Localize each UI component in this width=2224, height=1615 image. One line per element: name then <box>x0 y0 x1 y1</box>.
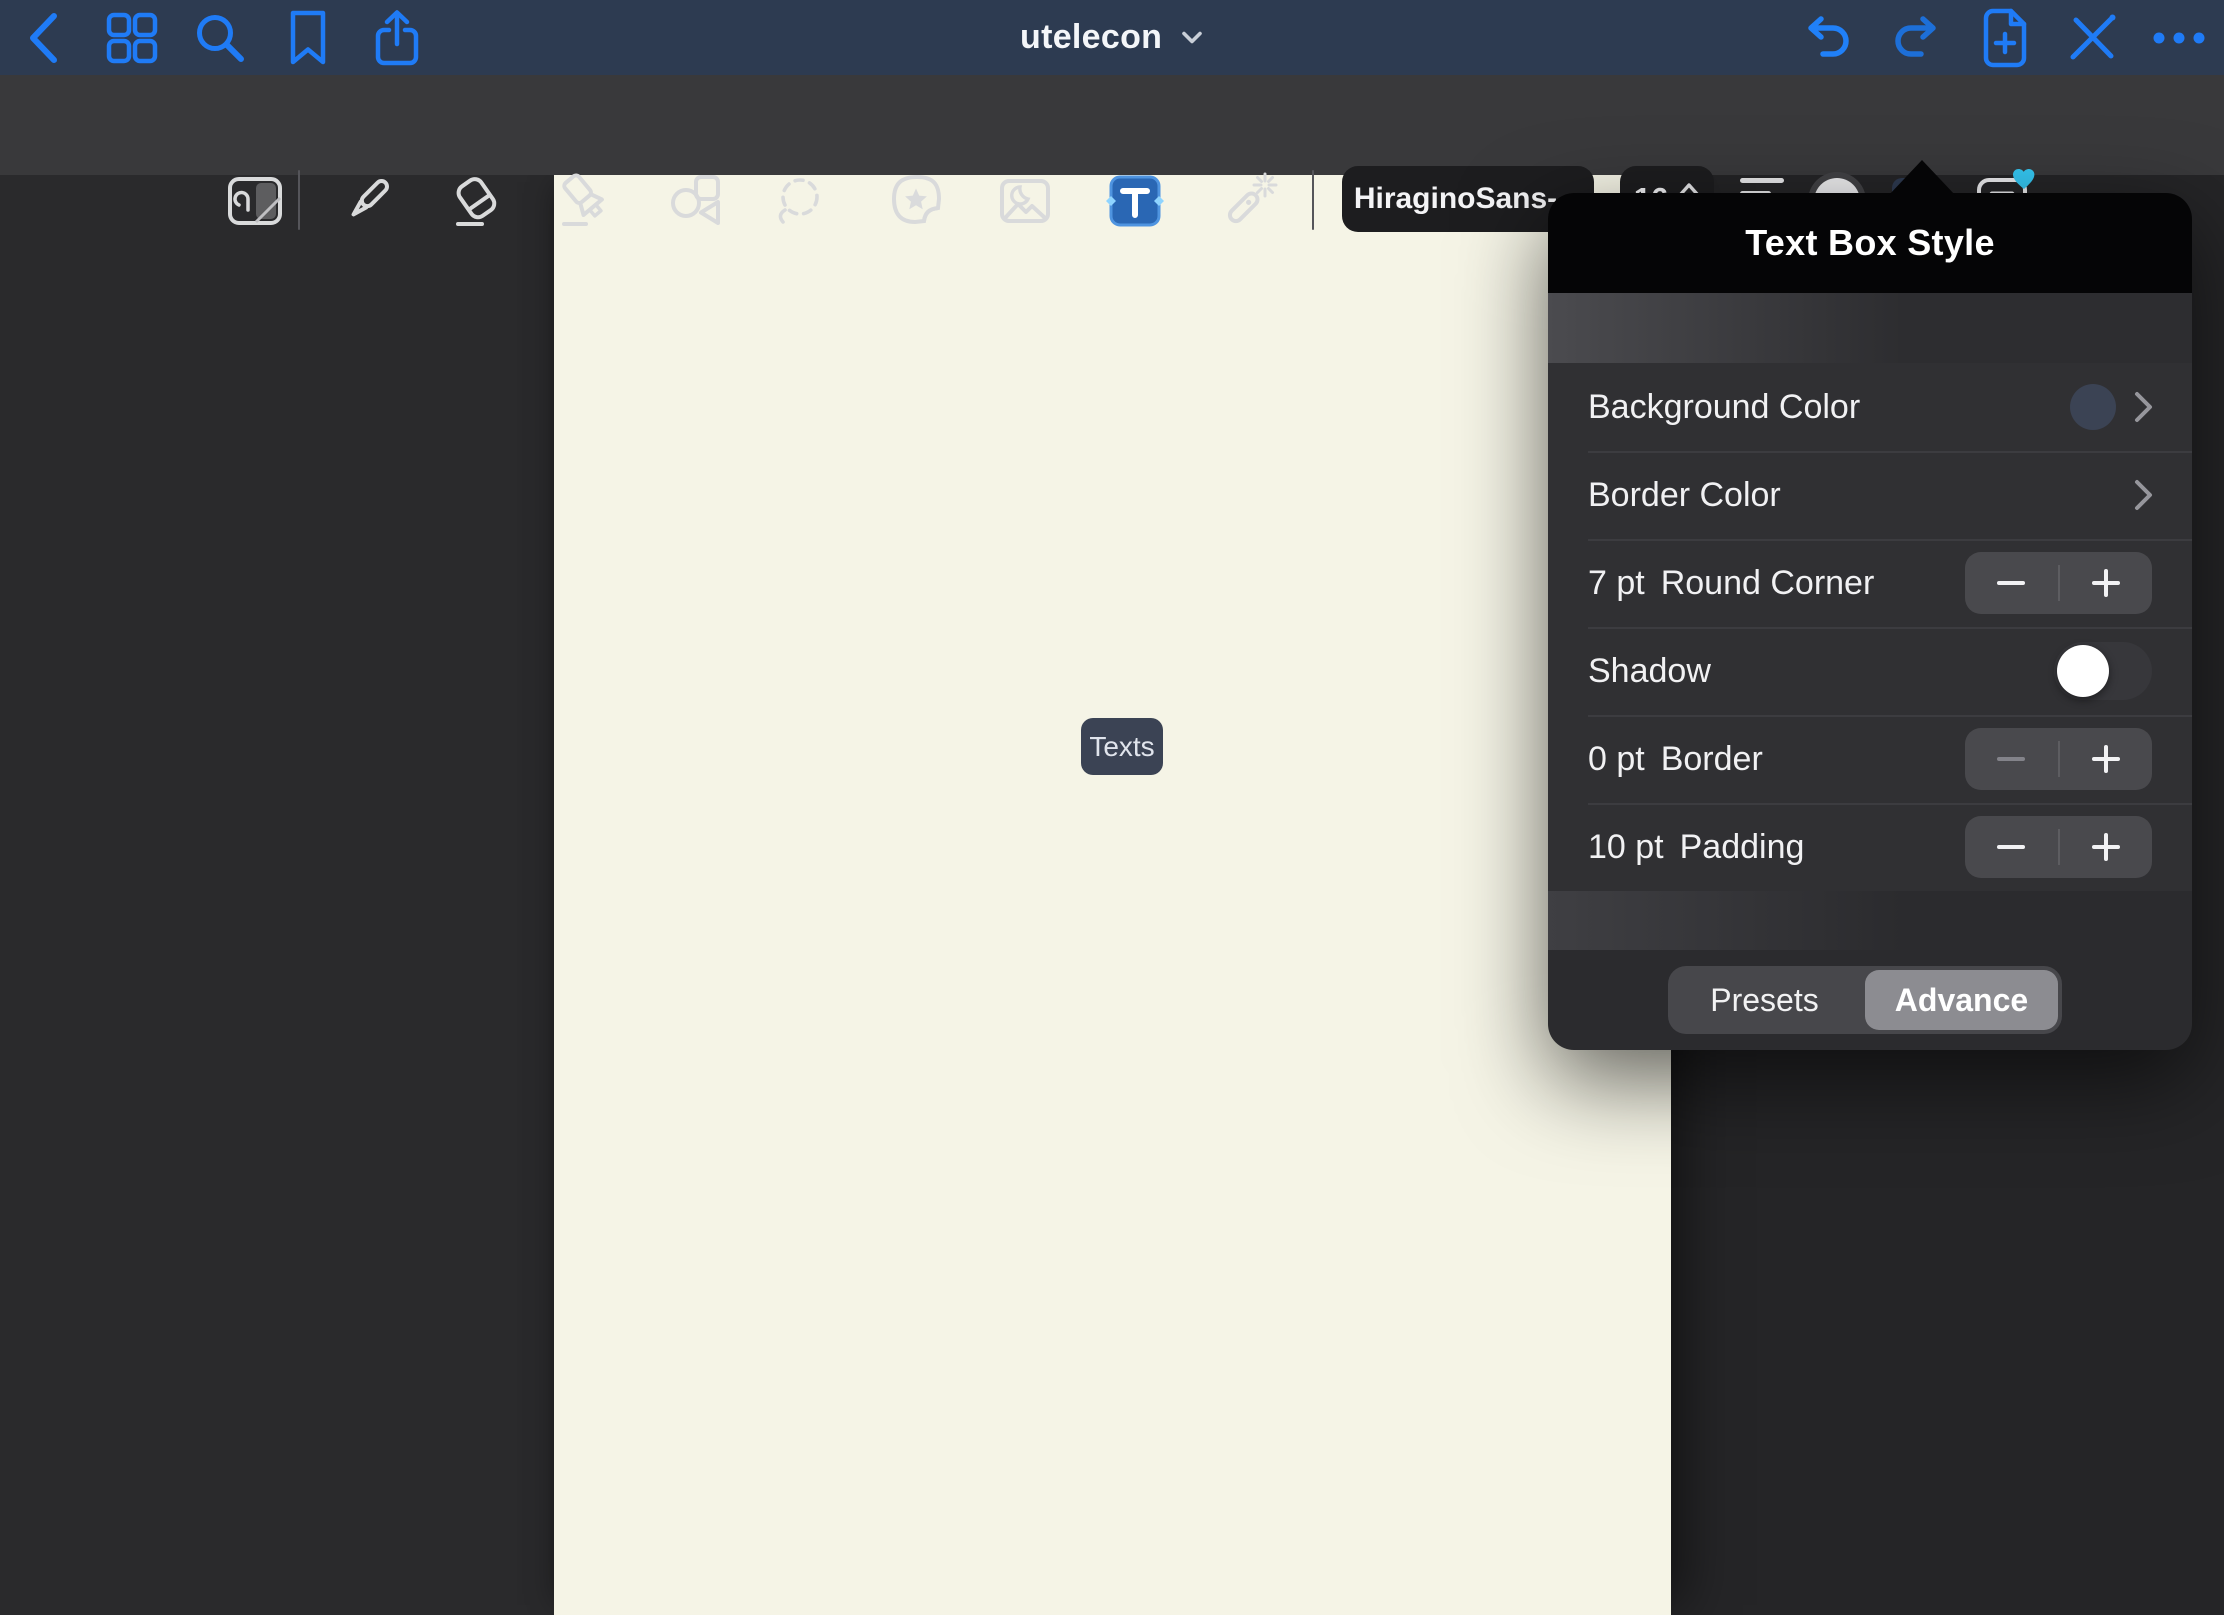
shadow-toggle[interactable] <box>2054 642 2152 700</box>
chevron-right-icon <box>2134 479 2154 511</box>
row-round-corner: 7 pt Round Corner <box>1548 539 2192 627</box>
undo-icon <box>1800 14 1854 62</box>
toolbar-divider <box>1312 170 1314 230</box>
tool-laser-pointer[interactable] <box>1221 172 1279 230</box>
highlighter-icon <box>556 172 614 230</box>
grid-view-icon <box>106 12 158 64</box>
page-panel-icon <box>226 174 284 228</box>
add-page-icon <box>1980 7 2030 69</box>
row-label: Border Color <box>1588 476 1781 515</box>
border-width-increase-button[interactable] <box>2060 728 2153 790</box>
toggle-knob <box>2057 645 2109 697</box>
padding-decrease-button[interactable] <box>1965 816 2058 878</box>
grid-view-button[interactable] <box>97 0 167 75</box>
row-label: Padding <box>1680 828 1805 867</box>
border-width-decrease-button[interactable] <box>1965 728 2058 790</box>
notebook-page: Texts <box>554 172 1671 1615</box>
row-label: Shadow <box>1588 652 1711 691</box>
chevron-right-icon <box>2134 391 2154 423</box>
text-tool-icon-active <box>1105 171 1165 231</box>
pen-slash-button[interactable] <box>2058 0 2128 75</box>
bookmark-icon <box>287 9 329 67</box>
round-corner-stepper <box>1965 552 2152 614</box>
border-width-value: 0 pt <box>1588 740 1645 779</box>
padding-stepper <box>1965 816 2152 878</box>
back-button[interactable] <box>8 0 78 75</box>
row-border-width: 0 pt Border <box>1548 715 2192 803</box>
textbox-style-popover: Text Box Style Background Color Border C… <box>1548 193 2192 1050</box>
document-title: utelecon <box>1020 18 1162 57</box>
tool-highlighter[interactable] <box>556 172 614 230</box>
search-icon <box>193 11 247 65</box>
redo-icon <box>1890 14 1944 62</box>
search-button[interactable] <box>185 0 255 75</box>
pen-icon <box>338 172 396 230</box>
tool-text[interactable] <box>1106 172 1164 230</box>
border-width-stepper <box>1965 728 2152 790</box>
tool-pen[interactable] <box>338 172 396 230</box>
font-name-label: HiraginoSans-... <box>1354 182 1582 216</box>
style-settings-list: Background Color Border Color 7 pt Round… <box>1548 363 2192 891</box>
undo-button[interactable] <box>1792 0 1862 75</box>
chevron-down-icon <box>1180 30 1204 46</box>
row-shadow: Shadow <box>1548 627 2192 715</box>
popover-arrow <box>1888 160 1956 196</box>
canvas-textbox[interactable]: Texts <box>1081 718 1163 775</box>
top-navigation-bar: utelecon <box>0 0 2224 75</box>
popover-preview-band <box>1548 293 2192 363</box>
tool-sticker[interactable] <box>888 172 946 230</box>
tool-shapes[interactable] <box>668 172 726 230</box>
background-color-swatch <box>2070 384 2116 430</box>
tool-page-panel[interactable] <box>226 172 284 230</box>
redo-button[interactable] <box>1882 0 1952 75</box>
eraser-icon <box>448 172 506 230</box>
round-corner-decrease-button[interactable] <box>1965 552 2058 614</box>
presets-advance-segmented-control: Presets Advance <box>1668 966 2062 1034</box>
document-title-dropdown[interactable]: utelecon <box>1020 0 1204 75</box>
popover-title: Text Box Style <box>1745 222 1995 264</box>
shapes-icon <box>668 172 726 230</box>
row-label: Border <box>1661 740 1763 779</box>
add-page-button[interactable] <box>1970 0 2040 75</box>
share-button[interactable] <box>362 0 432 75</box>
pen-slash-icon <box>2066 11 2120 65</box>
laser-pointer-icon <box>1221 172 1279 230</box>
row-background-color[interactable]: Background Color <box>1548 363 2192 451</box>
row-label: Round Corner <box>1661 564 1875 603</box>
bookmark-button[interactable] <box>273 0 343 75</box>
more-options-button[interactable] <box>2144 0 2214 75</box>
popover-bottom-band <box>1548 891 2192 950</box>
toolbar-divider <box>298 170 300 230</box>
row-border-color[interactable]: Border Color <box>1548 451 2192 539</box>
tool-image[interactable] <box>996 172 1054 230</box>
tool-eraser[interactable] <box>448 172 506 230</box>
more-ellipsis-icon <box>2152 31 2206 45</box>
share-icon <box>374 9 420 67</box>
padding-increase-button[interactable] <box>2060 816 2153 878</box>
popover-footer: Presets Advance <box>1548 950 2192 1050</box>
round-corner-increase-button[interactable] <box>2060 552 2153 614</box>
row-label: Background Color <box>1588 388 1860 427</box>
popover-header: Text Box Style <box>1548 193 2192 293</box>
round-corner-value: 7 pt <box>1588 564 1645 603</box>
tool-lasso[interactable] <box>771 172 829 230</box>
lasso-icon <box>771 172 829 230</box>
row-padding: 10 pt Padding <box>1548 803 2192 891</box>
padding-value: 10 pt <box>1588 828 1664 867</box>
image-icon <box>996 172 1054 230</box>
back-chevron-icon <box>24 9 62 67</box>
advance-segment[interactable]: Advance <box>1865 970 2058 1030</box>
canvas-textbox-label: Texts <box>1089 731 1154 763</box>
canvas-background-left <box>0 175 554 1615</box>
presets-segment[interactable]: Presets <box>1668 966 1861 1034</box>
sticker-icon <box>888 172 946 230</box>
